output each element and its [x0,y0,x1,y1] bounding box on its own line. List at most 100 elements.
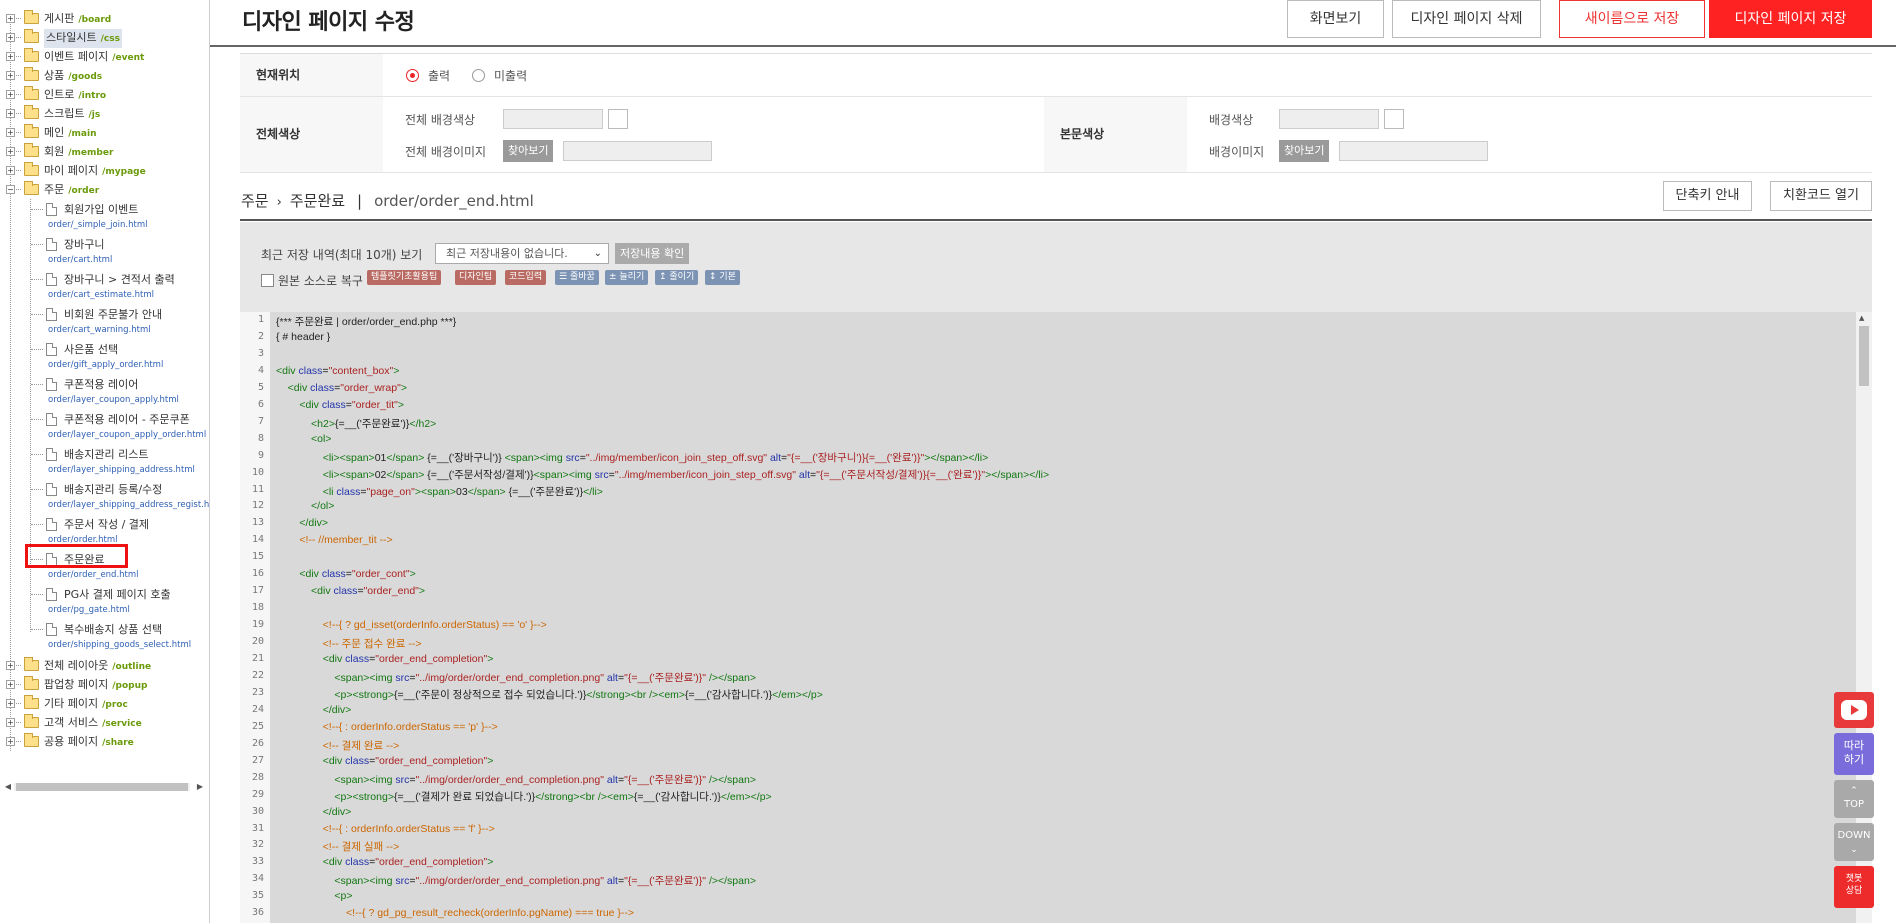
expand-icon[interactable]: + [6,71,15,80]
folder-node[interactable]: + 기타 페이지/proc [0,695,209,714]
file-label[interactable]: 장바구니 [64,236,104,253]
history-select[interactable]: 최근 저장내용이 없습니다. ⌄ [435,243,609,264]
restore-source-checkbox[interactable] [261,274,274,287]
body-bg-color-input[interactable] [1279,109,1379,129]
folder-node[interactable]: + 상품/goods [0,67,209,86]
tag-expand[interactable]: ± 늘리기 [605,270,649,285]
youtube-button[interactable] [1834,692,1874,728]
file-path[interactable]: order/cart.html [48,253,112,267]
code-line[interactable]: <li class="page_on"><span>03</span> {=__… [276,484,603,499]
file-node[interactable]: 장바구니 order/cart.html [0,236,209,270]
code-line[interactable]: <!--{ : orderInfo.orderStatus == 'p' }--… [276,721,498,733]
scroll-left-icon[interactable]: ◀ [4,781,12,793]
folder-node[interactable]: + 팝업창 페이지/popup [0,676,209,695]
code-line[interactable]: <li><span>01</span> {=__('장바구니')} <span>… [276,450,989,465]
file-label[interactable]: 비회원 주문불가 안내 [64,306,162,323]
expand-icon[interactable]: + [6,52,15,61]
tag-design-tips[interactable]: 디자인팁 [455,270,497,285]
code-line[interactable]: </ol> [276,500,334,512]
tag-code-input[interactable]: 코드입력 [505,270,547,285]
delete-page-button[interactable]: 디자인 페이지 삭제 [1392,0,1541,38]
folder-node[interactable]: + 이벤트 페이지/event [0,48,209,65]
code-line[interactable]: <p> [276,890,352,902]
folder-node[interactable]: + 게시판/board [0,10,209,27]
file-path[interactable]: order/layer_shipping_address_regist.html [48,498,209,512]
folder-node[interactable]: + 인트로/intro [0,86,209,103]
scroll-up-icon[interactable]: ▲ [1859,314,1864,322]
file-label[interactable]: 복수배송지 상품 선택 [64,621,162,638]
total-bg-image-input[interactable] [563,141,712,161]
tag-shrink[interactable]: ↥ 줄이기 [655,270,699,285]
code-scroll-thumb[interactable] [1859,326,1869,386]
folder-label[interactable]: 고객 서비스/service [44,714,142,733]
folder-label[interactable]: 공용 페이지/share [44,733,134,752]
folder-label[interactable]: 스크립트/js [44,105,100,124]
file-node[interactable]: PG사 결제 페이지 호출 order/pg_gate.html [0,586,209,620]
folder-node[interactable]: + 전체 레이아웃/outline [0,657,209,676]
folder-node[interactable]: + 메인/main [0,124,209,143]
file-path[interactable]: order/layer_coupon_apply_order.html [48,428,206,442]
code-line[interactable]: <div class="order_end_completion"> [276,856,494,868]
expand-icon[interactable]: + [6,699,15,708]
file-node[interactable]: 비회원 주문불가 안내 order/cart_warning.html [0,306,209,340]
file-path[interactable]: order/layer_coupon_apply.html [48,393,179,407]
code-line[interactable]: <h2>{=__('주문완료')}</h2> [276,416,436,431]
folder-node[interactable]: + 스크립트/js [0,105,209,124]
expand-icon[interactable]: + [6,737,15,746]
total-bg-color-swatch[interactable] [608,109,628,129]
expand-icon[interactable]: + [6,718,15,727]
folder-label[interactable]: 메인/main [44,124,96,143]
folder-label[interactable]: 상품/goods [44,67,102,86]
file-path[interactable]: order/cart_estimate.html [48,288,154,302]
code-line[interactable]: {*** 주문완료 | order/order_end.php ***} [276,314,456,329]
chatbot-button[interactable]: 챗봇 상담 [1834,866,1874,908]
body-bg-color-swatch[interactable] [1384,109,1404,129]
radio-no-output[interactable] [472,69,485,82]
file-node[interactable]: 복수배송지 상품 선택 order/shipping_goods_select.… [0,621,209,655]
folder-label[interactable]: 팝업창 페이지/popup [44,676,147,695]
file-label[interactable]: 배송지관리 등록/수정 [64,481,162,498]
folder-node[interactable]: + 공용 페이지/share [0,733,209,752]
preview-button[interactable]: 화면보기 [1287,0,1384,38]
code-line[interactable]: </div> [276,517,328,529]
code-line[interactable]: <li><span>02</span> {=__('주문서작성/결제')}<sp… [276,467,1049,482]
scroll-thumb[interactable] [16,783,188,791]
total-bg-color-input[interactable] [503,109,603,129]
code-line[interactable]: </div> [276,704,352,716]
body-bg-image-find-button[interactable]: 찾아보기 [1279,140,1330,162]
code-line[interactable]: <div class="order_end"> [276,585,425,597]
file-node[interactable]: 장바구니 > 견적서 출력 order/cart_estimate.html [0,271,209,305]
folder-label[interactable]: 기타 페이지/proc [44,695,128,714]
folder-label[interactable]: 전체 레이아웃/outline [44,657,151,676]
file-path[interactable]: order/order_end.html [48,568,139,582]
file-path[interactable]: order/layer_shipping_address.html [48,463,195,477]
expand-icon[interactable]: + [6,147,15,156]
code-line[interactable]: <!--{ ? gd_pg_result_recheck(orderInfo.p… [276,907,634,919]
file-node[interactable]: 사은품 선택 order/gift_apply_order.html [0,341,209,375]
folder-node[interactable]: − 주문/order [0,181,209,200]
code-line[interactable]: <div class="order_tit"> [276,399,404,411]
file-node[interactable]: 쿠폰적용 레이어 - 주문쿠폰 order/layer_coupon_apply… [0,411,209,445]
total-bg-image-find-button[interactable]: 찾아보기 [503,140,554,162]
expand-icon[interactable]: + [6,166,15,175]
collapse-icon[interactable]: − [6,185,15,194]
expand-icon[interactable]: + [6,90,15,99]
folder-label[interactable]: 스타일시트/css [44,29,122,48]
tag-default[interactable]: ↕ 기본 [705,270,740,285]
save-page-button[interactable]: 디자인 페이지 저장 [1709,0,1872,38]
code-line[interactable]: <!--{ : orderInfo.orderStatus == 'f' }--… [276,823,495,835]
body-bg-image-input[interactable] [1339,141,1488,161]
tag-template-tips[interactable]: 템플릿기초활용팁 [367,270,442,285]
code-line[interactable]: <span><img src="../img/order/order_end_c… [276,670,756,685]
folder-node[interactable]: + 마이 페이지/mypage [0,162,209,179]
expand-icon[interactable]: + [6,128,15,137]
folder-node[interactable]: + 회원/member [0,143,209,160]
file-label[interactable]: 쿠폰적용 레이어 - 주문쿠폰 [64,411,190,428]
file-node[interactable]: 배송지관리 등록/수정 order/layer_shipping_address… [0,481,209,515]
file-path[interactable]: order/_simple_join.html [48,218,147,232]
folder-label[interactable]: 주문/order [44,181,99,200]
sidebar-horizontal-scrollbar[interactable]: ◀ ▶ [4,781,204,793]
code-line[interactable]: <p><strong>{=__('결제가 완료 되었습니다.')}</stron… [276,789,771,804]
follow-along-button[interactable]: 따라 하기 [1834,733,1874,775]
code-line[interactable]: <div class="order_cont"> [276,568,415,580]
